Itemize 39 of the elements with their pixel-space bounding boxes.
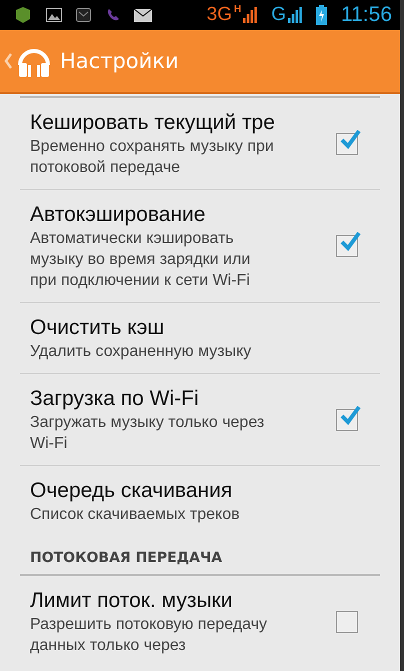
image-icon — [46, 8, 62, 22]
phone-icon — [106, 8, 120, 22]
screen-title: Настройки — [60, 49, 179, 73]
checkmark-icon — [339, 128, 361, 150]
preference-summary: Временно сохранять музыку при потоковой передаче — [30, 137, 275, 178]
preference-summary: Удалить сохраненную музыку — [30, 342, 252, 362]
preference-summary: Автоматически кэшировать музыку во время зарядки или при подключении к сети Wi-Fi — [30, 229, 252, 291]
preference-row[interactable]: Лимит поток. музыки Разрешить потоковую передачу данных только через — [0, 576, 378, 667]
preference-row[interactable]: Очистить кэш Удалить сохраненную музыку — [0, 303, 378, 373]
preference-title: Загрузка по Wi-Fi — [30, 386, 200, 412]
preference-row[interactable]: Кешировать текущий тре Временно сохранять музыку при потоковой передаче — [0, 98, 378, 189]
battery-icon — [316, 5, 327, 25]
section-header: ПОТОКОВАЯ ПЕРЕДАЧА — [29, 549, 224, 568]
preference-title: Лимит поток. музыки — [30, 588, 234, 614]
preference-row[interactable]: Автокэширование Автоматически кэшировать музыку во время зарядки или при подключении к сети Wi-Fi — [0, 190, 378, 302]
preference-row[interactable]: Загрузка по Wi-Fi Загружать музыку только через Wi-Fi — [0, 374, 378, 465]
checkbox[interactable] — [336, 408, 358, 430]
checkbox[interactable] — [336, 610, 358, 632]
mail-icon — [134, 8, 152, 22]
clock: 11:56 — [341, 3, 392, 27]
preference-row[interactable]: Очередь скачивания Список скачиваемых треков — [0, 466, 378, 536]
preference-summary: Загружать музыку только через Wi-Fi — [30, 413, 266, 454]
network-label: G — [271, 4, 286, 26]
checkbox[interactable] — [336, 132, 358, 154]
preference-title: Кешировать текущий тре — [30, 110, 276, 136]
signal-icon — [243, 7, 258, 23]
preference-title: Автокэширование — [30, 202, 206, 228]
network-type-label: H — [234, 4, 242, 15]
preference-summary: Список скачиваемых треков — [30, 505, 241, 525]
back-chevron-icon[interactable] — [4, 53, 12, 69]
message-icon — [76, 8, 92, 22]
checkmark-icon — [339, 404, 361, 426]
network-label: 3G — [206, 4, 232, 26]
preference-summary: Разрешить потоковую передачу данных только через — [30, 615, 268, 656]
signal-icon — [288, 7, 302, 23]
app-icon — [14, 6, 32, 24]
preference-title: Очередь скачивания — [30, 478, 234, 504]
preference-title: Очистить кэш — [30, 315, 166, 341]
checkmark-icon — [339, 230, 361, 252]
